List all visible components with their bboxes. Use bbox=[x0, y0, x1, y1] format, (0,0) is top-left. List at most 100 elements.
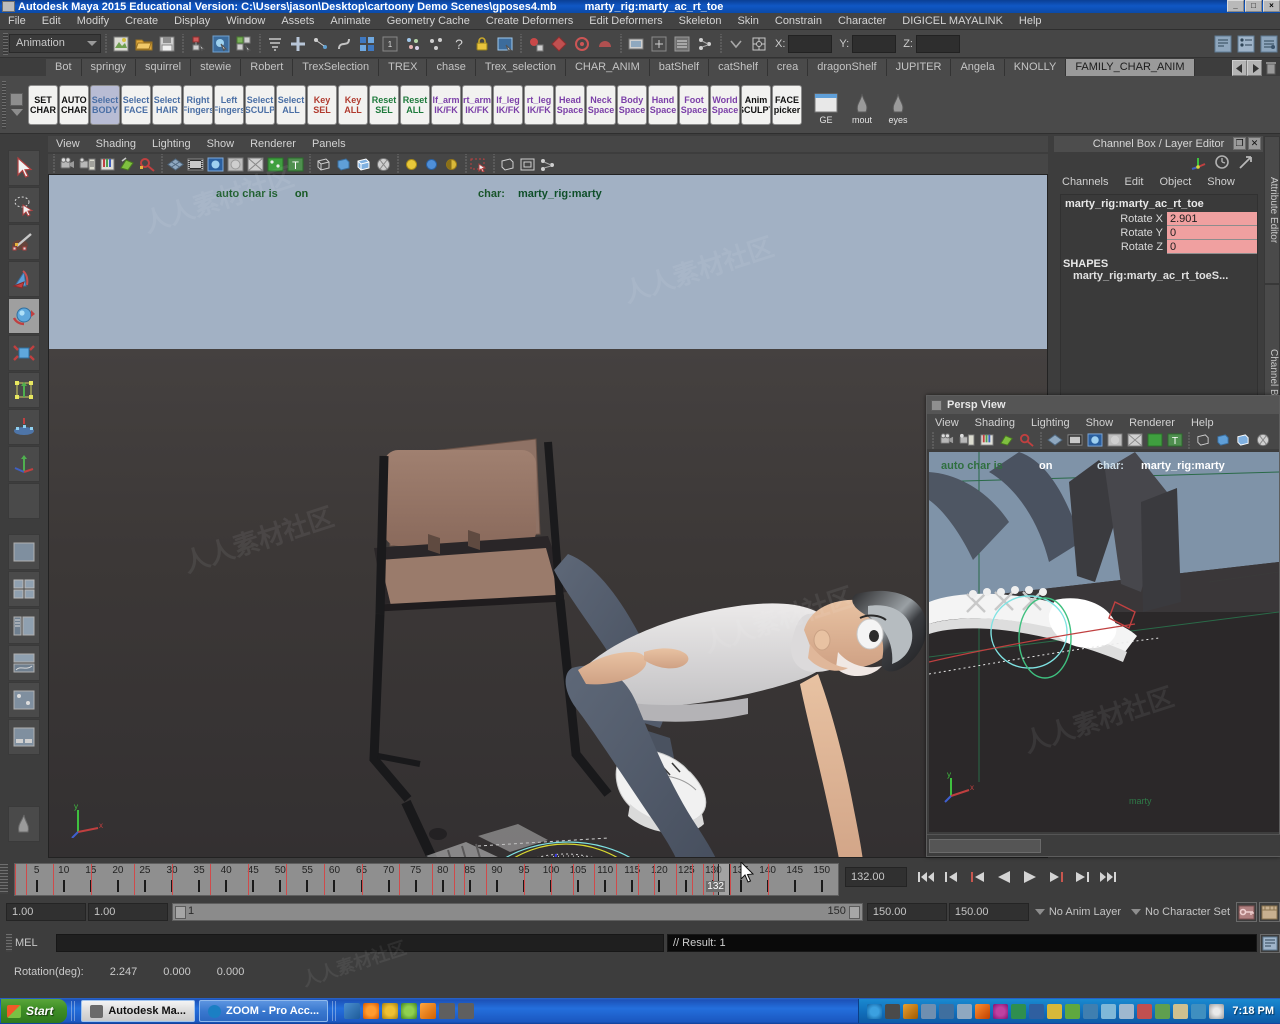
step-back-key-button[interactable] bbox=[941, 866, 963, 888]
history-toggle-button[interactable] bbox=[648, 33, 670, 55]
menu-window[interactable]: Window bbox=[218, 13, 273, 30]
viewport-menu-view[interactable]: View bbox=[48, 136, 88, 152]
anim-start-field[interactable]: 1.00 bbox=[6, 903, 86, 921]
snap-to-curve-button[interactable] bbox=[310, 33, 332, 55]
save-scene-button[interactable] bbox=[156, 33, 178, 55]
tray-shield-icon[interactable] bbox=[1155, 1003, 1171, 1019]
universal-manipulator-tool[interactable] bbox=[8, 372, 40, 408]
play-backwards-button[interactable] bbox=[993, 866, 1015, 888]
persp-view-window[interactable]: Persp View View Shading Lighting Show Re… bbox=[926, 395, 1280, 857]
shelf-tab-knolly[interactable]: KNOLLY bbox=[1004, 59, 1067, 76]
shelf-button-rt-leg-ik-fk[interactable]: rt_leg IK/FK bbox=[524, 84, 554, 125]
image-plane-icon[interactable] bbox=[118, 155, 137, 173]
four-pane-layout-button[interactable] bbox=[8, 571, 40, 607]
grid-toggle-icon[interactable] bbox=[166, 155, 185, 173]
shelf-tab-angela[interactable]: Angela bbox=[951, 59, 1005, 76]
menu-character[interactable]: Character bbox=[830, 13, 894, 30]
camera-attributes-icon[interactable] bbox=[78, 155, 97, 173]
persp-select-camera-icon[interactable] bbox=[937, 431, 956, 449]
menu-create[interactable]: Create bbox=[117, 13, 166, 30]
shelf-button-select-all[interactable]: Select ALL bbox=[276, 84, 306, 125]
persp-menu-lighting[interactable]: Lighting bbox=[1023, 417, 1078, 429]
shelf-button-auto-char[interactable]: AUTO CHAR bbox=[59, 84, 89, 125]
viewport-menu-lighting[interactable]: Lighting bbox=[144, 136, 199, 152]
select-filter-button[interactable] bbox=[264, 33, 286, 55]
go-to-end-button[interactable] bbox=[1097, 866, 1119, 888]
channel-value-rotate-x[interactable]: 2.901 bbox=[1167, 212, 1257, 226]
channel-arrow-icon[interactable] bbox=[1237, 154, 1255, 170]
tray-audio-device-icon[interactable] bbox=[1137, 1003, 1153, 1019]
channel-row-rotate-z[interactable]: Rotate Z 0 bbox=[1061, 240, 1257, 254]
channel-box-shape-name[interactable]: marty_rig:marty_ac_rt_toeS... bbox=[1061, 270, 1257, 282]
shelf-button-select-hair[interactable]: Select HAIR bbox=[152, 84, 182, 125]
two-d-pan-zoom-icon[interactable] bbox=[138, 155, 157, 173]
tray-zoom-icon[interactable] bbox=[867, 1003, 883, 1019]
persp-resolution-gate-icon[interactable] bbox=[1085, 431, 1104, 449]
tray-network-icon[interactable] bbox=[957, 1003, 973, 1019]
open-scene-button[interactable] bbox=[133, 33, 155, 55]
shelf-button-body-space[interactable]: Body Space bbox=[617, 84, 647, 125]
shelf-grip[interactable] bbox=[2, 80, 6, 129]
isolate-select-icon[interactable] bbox=[498, 155, 517, 173]
persp-film-gate-icon[interactable] bbox=[1065, 431, 1084, 449]
snap-to-grid-button[interactable] bbox=[287, 33, 309, 55]
channel-clock-icon[interactable] bbox=[1213, 154, 1231, 170]
step-forward-key-button[interactable] bbox=[1071, 866, 1093, 888]
shelf-tab-dragonshelf[interactable]: dragonShelf bbox=[808, 59, 887, 76]
shelf-expand-controls[interactable] bbox=[8, 82, 25, 128]
firefox-icon[interactable] bbox=[363, 1003, 380, 1019]
menu-assets[interactable]: Assets bbox=[273, 13, 322, 30]
channel-row-rotate-y[interactable]: Rotate Y 0 bbox=[1061, 226, 1257, 240]
channel-menu-channels[interactable]: Channels bbox=[1054, 176, 1116, 188]
channel-row-rotate-x[interactable]: Rotate X 2.901 bbox=[1061, 212, 1257, 226]
coord-x-input[interactable] bbox=[788, 34, 833, 53]
time-slider-track[interactable]: 5101520253035404550556065707580859095100… bbox=[14, 863, 839, 896]
media-player-icon[interactable] bbox=[382, 1003, 399, 1019]
script-editor-tool[interactable] bbox=[8, 806, 40, 842]
soft-mod-tool[interactable] bbox=[8, 409, 40, 445]
shelf-button-reset-all[interactable]: Reset ALL bbox=[400, 84, 430, 125]
lasso-tool[interactable] bbox=[8, 187, 40, 223]
taskbar-item-zoom[interactable]: ZOOM - Pro Acc... bbox=[198, 1000, 329, 1022]
shelf-button-face-picker[interactable]: FACE picker bbox=[772, 84, 802, 125]
shelf-tab-trex[interactable]: TREX bbox=[379, 59, 428, 76]
menu-skeleton[interactable]: Skeleton bbox=[671, 13, 730, 30]
mel-command-input[interactable] bbox=[56, 934, 664, 952]
tray-network-status-icon[interactable] bbox=[1191, 1003, 1207, 1019]
construction-history-button[interactable]: 1 bbox=[379, 33, 401, 55]
rotate-tool[interactable] bbox=[8, 298, 40, 334]
tray-flame-icon[interactable] bbox=[975, 1003, 991, 1019]
paint-select-tool[interactable] bbox=[8, 224, 40, 260]
coord-z-input[interactable] bbox=[915, 34, 960, 53]
statusline-grip[interactable] bbox=[3, 32, 8, 55]
shelf-tab-stewie[interactable]: stewie bbox=[191, 59, 242, 76]
tray-safely-remove-icon[interactable] bbox=[1173, 1003, 1189, 1019]
persp-texture-icon[interactable] bbox=[1253, 431, 1272, 449]
snap-to-view-plane-button[interactable] bbox=[356, 33, 378, 55]
channel-value-rotate-z[interactable]: 0 bbox=[1167, 240, 1257, 254]
menu-create-deformers[interactable]: Create Deformers bbox=[478, 13, 581, 30]
persp-menu-help[interactable]: Help bbox=[1183, 417, 1222, 429]
tray-device-icon[interactable] bbox=[885, 1003, 901, 1019]
shelf-scroll-right-button[interactable] bbox=[1247, 60, 1262, 76]
select-camera-icon[interactable] bbox=[58, 155, 77, 173]
play-forwards-button[interactable] bbox=[1019, 866, 1041, 888]
channel-axis-icon[interactable] bbox=[1189, 154, 1207, 170]
use-all-lights-icon[interactable] bbox=[422, 155, 441, 173]
shelf-icon-ge[interactable]: GE bbox=[809, 85, 843, 125]
antivirus-icon[interactable] bbox=[401, 1003, 418, 1019]
gate-mask-icon[interactable] bbox=[226, 155, 245, 173]
persp-graph-layout-button[interactable] bbox=[8, 645, 40, 681]
isolate-set-icon[interactable] bbox=[518, 155, 537, 173]
channel-menu-edit[interactable]: Edit bbox=[1116, 176, 1151, 188]
move-tool[interactable] bbox=[8, 261, 40, 297]
shelf-button-anim-sculpt[interactable]: AnimSCULPT bbox=[741, 84, 771, 125]
viewport-menu-panels[interactable]: Panels bbox=[304, 136, 354, 152]
menu-modify[interactable]: Modify bbox=[69, 13, 117, 30]
character-set-selector[interactable]: No Character Set bbox=[1127, 903, 1234, 921]
input-field-mode-icon[interactable] bbox=[748, 33, 770, 55]
persp-grid-toggle-icon[interactable] bbox=[1045, 431, 1064, 449]
last-used-tool[interactable] bbox=[8, 483, 40, 519]
tray-database-icon[interactable] bbox=[1083, 1003, 1099, 1019]
menu-edit-deformers[interactable]: Edit Deformers bbox=[581, 13, 670, 30]
